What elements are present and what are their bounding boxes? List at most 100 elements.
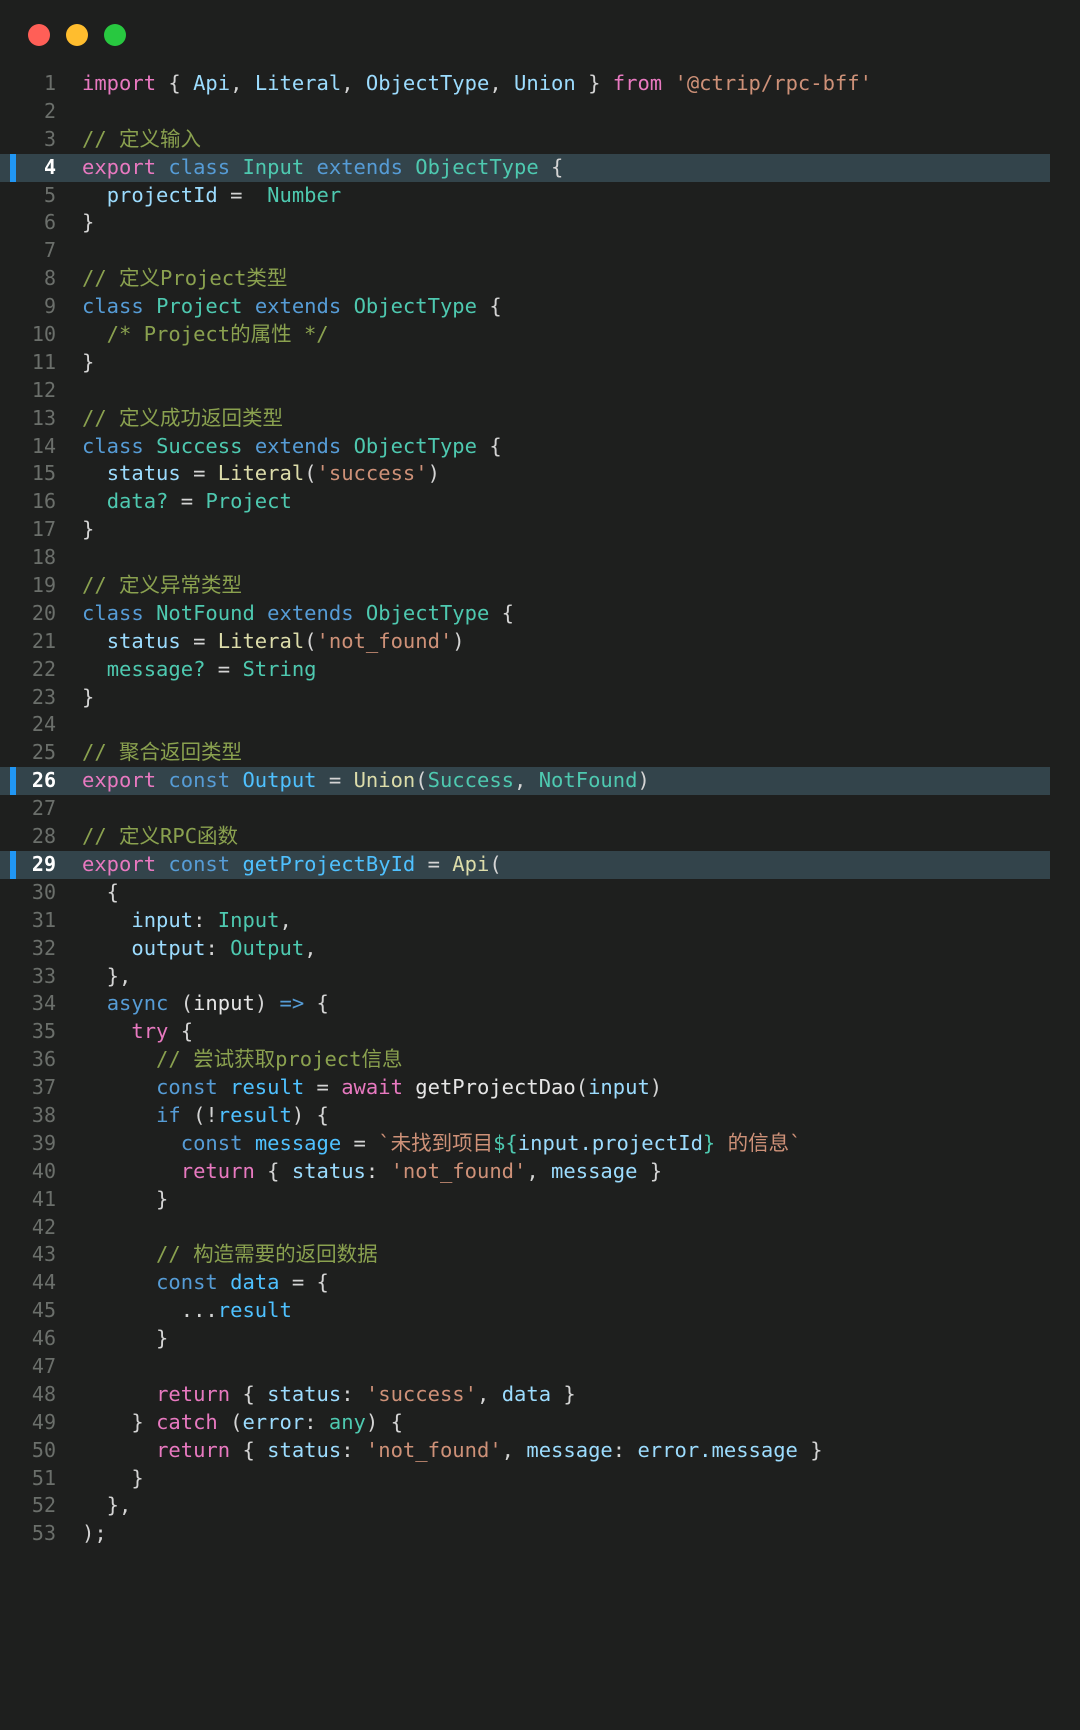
code-token: , [341,71,366,95]
code-line[interactable]: 46 } [0,1325,1080,1353]
code-line[interactable]: 43 // 构造需要的返回数据 [0,1241,1080,1269]
code-line[interactable]: 13 // 定义成功返回类型 [0,405,1080,433]
line-number: 30 [31,879,56,904]
code-line[interactable]: 53); [0,1520,1080,1548]
code-token: }, [82,963,132,988]
code-line[interactable]: 49 } catch (error: any) { [0,1409,1080,1437]
code-line[interactable]: 32 output: Output, [0,935,1080,963]
code-line[interactable]: 6} [0,209,1080,237]
code-token: , [489,71,515,95]
code-line[interactable]: 40 return { status: 'not_found', message… [0,1158,1080,1186]
code-line[interactable]: 38 if (!result) { [0,1102,1080,1130]
code-token: 'success' [365,1381,477,1406]
code-line-highlighted[interactable]: 4 export class Input extends ObjectType { [0,153,1080,182]
code-line[interactable]: 24 [0,711,1080,739]
code-line[interactable]: 14 class Success extends ObjectType { [0,433,1080,461]
maximize-button[interactable] [104,24,126,46]
code-line[interactable]: 9 class Project extends ObjectType { [0,293,1080,321]
code-line[interactable]: 20 class NotFound extends ObjectType { [0,600,1080,628]
code-line[interactable]: 8 // 定义Project类型 [0,265,1080,293]
code-line-text: }, [72,1492,132,1520]
code-line[interactable]: 16 data? = Project [0,488,1080,516]
code-token: } [797,1437,823,1462]
code-line[interactable]: 47 [0,1353,1080,1381]
line-number: 11 [31,349,56,374]
code-line-text: } [72,684,94,712]
code-line[interactable]: 5 projectId = Number [0,182,1080,210]
code-line[interactable]: 17} [0,516,1080,544]
code-token: Success [427,768,515,793]
line-number: 13 [31,405,56,430]
code-line[interactable]: 51 } [0,1465,1080,1493]
code-line[interactable]: 25 // 聚合返回类型 [0,739,1080,767]
code-line[interactable]: 12 [0,377,1080,405]
code-line[interactable]: 52 }, [0,1492,1080,1520]
code-token: 'not_found' [365,1437,502,1462]
code-line[interactable]: 37 const result = await getProjectDao(in… [0,1074,1080,1102]
code-token: { [168,71,181,95]
code-token: { [304,991,329,1016]
code-line[interactable]: 48 return { status: 'success', data } [0,1381,1080,1409]
code-token: 的信息` [715,1130,802,1155]
code-line-text: // 定义异常类型 [72,572,242,600]
code-line-text: // 构造需要的返回数据 [72,1241,378,1269]
code-line[interactable]: 35 try { [0,1018,1080,1046]
line-number: 29 [31,851,56,876]
line-number: 8 [43,266,56,291]
code-token: result [230,1075,305,1100]
code-line[interactable]: 31 input: Input, [0,907,1080,935]
code-token: Literal [254,71,342,95]
code-token: const [156,1270,218,1295]
code-token: { [254,1158,292,1183]
code-token: = [168,489,206,514]
code-line[interactable]: 50 return { status: 'not_found', message… [0,1437,1080,1465]
code-line[interactable]: 41 } [0,1186,1080,1214]
code-line[interactable]: 3 // 定义输入 [0,126,1080,154]
code-line[interactable]: 18 [0,544,1080,572]
code-line[interactable]: 28 // 定义RPC函数 [0,823,1080,851]
line-number: 32 [31,935,56,960]
code-line[interactable]: 45 ...result [0,1297,1080,1325]
code-token: // 定义RPC函数 [82,824,239,849]
code-line[interactable]: 34 async (input) => { [0,990,1080,1018]
code-line[interactable]: 15 status = Literal('success') [0,460,1080,488]
line-number: 20 [31,600,56,625]
code-line[interactable]: 2 [0,98,1080,126]
code-token: Success [156,433,243,458]
close-button[interactable] [28,24,50,46]
code-line[interactable]: 7 [0,237,1080,265]
code-token: error.message [637,1437,798,1462]
code-line[interactable]: 19 // 定义异常类型 [0,572,1080,600]
code-line[interactable]: 44 const data = { [0,1269,1080,1297]
code-line[interactable]: 42 [0,1214,1080,1242]
code-line[interactable]: 36 // 尝试获取project信息 [0,1046,1080,1074]
line-number: 48 [31,1381,56,1406]
code-line[interactable]: 1 import { Api, Literal, ObjectType, Unio… [0,70,1080,98]
code-token: if [156,1102,181,1127]
code-editor[interactable]: 1 import { Api, Literal, ObjectType, Unio… [0,70,1080,1572]
code-token: { [551,154,564,179]
code-line[interactable]: 30 { [0,879,1080,907]
code-line[interactable]: 23} [0,684,1080,712]
code-line[interactable]: 27 [0,795,1080,823]
code-token: from [612,71,663,95]
code-token: = [415,851,453,876]
code-line[interactable]: 10 /* Project的属性 */ [0,321,1080,349]
code-line[interactable]: 22 message? = String [0,656,1080,684]
minimize-button[interactable] [66,24,88,46]
code-line[interactable]: 33 }, [0,963,1080,991]
code-line-text: // 定义成功返回类型 [72,405,283,433]
code-line-highlighted[interactable]: 26 export const Output = Union(Success, N… [0,767,1080,796]
code-line-highlighted[interactable]: 29 export const getProjectById = Api( [0,850,1080,879]
code-token: class [82,433,144,458]
code-token: // 聚合返回类型 [82,740,243,765]
code-line[interactable]: 39 const message = `未找到项目${input.project… [0,1130,1080,1158]
code-line[interactable]: 11} [0,349,1080,377]
code-line[interactable]: 21 status = Literal('not_found') [0,628,1080,656]
code-token: message [254,1130,342,1155]
code-token: (! [180,1102,218,1127]
